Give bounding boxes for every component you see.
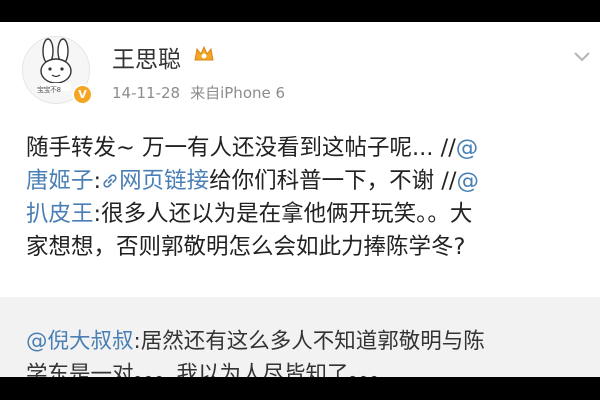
- body-line-4: 家想想，否则郭敬明怎么会如此力捧陈学冬?: [26, 231, 586, 264]
- quoted-text: @倪大叔叔:居然还有这么多人不知道郭敬明与陈 学东是一对。。。我以为人尽皆知了。…: [26, 325, 586, 377]
- quote-text-segment: 学东是一对。。。我以为人尽皆知了。。。: [26, 362, 392, 377]
- avatar-caption: 宝宝不8: [37, 86, 61, 94]
- verified-badge-icon: V: [72, 84, 93, 105]
- mention-link[interactable]: @: [456, 135, 479, 161]
- quote-line-1: @倪大叔叔:居然还有这么多人不知道郭敬明与陈: [26, 325, 586, 358]
- mention-link[interactable]: 扒皮王: [26, 201, 94, 227]
- post-meta: 14-11-28 来自iPhone 6: [112, 82, 285, 103]
- weibo-post-card: 宝宝不8 V 王思聪 14-11-28 来自iPhone 6 随手转发~ 万一有人…: [0, 22, 600, 377]
- body-text-segment: 随手转发~ 万一有人还没看到这帖子呢... //: [26, 135, 456, 161]
- body-text-segment: 家想想，否则郭敬明怎么会如此力捧陈学冬?: [26, 234, 466, 260]
- post-date: 14-11-28: [112, 84, 181, 102]
- quoted-post[interactable]: @倪大叔叔:居然还有这么多人不知道郭敬明与陈 学东是一对。。。我以为人尽皆知了。…: [0, 297, 600, 377]
- body-text-segment: 给你们科普一下，不谢 //: [209, 168, 457, 194]
- colon-text: :: [93, 168, 102, 194]
- username[interactable]: 王思聪: [112, 40, 181, 74]
- body-line-2: 唐姬子: 网页链接给你们科普一下，不谢 //@: [26, 165, 586, 198]
- post-body: 随手转发~ 万一有人还没看到这帖子呢... //@ 唐姬子: 网页链接给你们科普一…: [26, 132, 586, 264]
- body-text-segment: :很多人还以为是在拿他俩开玩笑。。大: [93, 201, 473, 227]
- chevron-down-icon[interactable]: [574, 52, 590, 62]
- vip-crown-icon[interactable]: [193, 44, 215, 64]
- mention-link[interactable]: @倪大叔叔: [26, 329, 134, 354]
- mention-link[interactable]: 唐姬子: [26, 168, 94, 194]
- post-source[interactable]: 来自iPhone 6: [190, 84, 285, 102]
- web-link[interactable]: 网页链接: [119, 168, 209, 194]
- body-line-1: 随手转发~ 万一有人还没看到这帖子呢... //@: [26, 132, 586, 165]
- quote-text-segment: :居然还有这么多人不知道郭敬明与陈: [133, 329, 485, 354]
- quote-line-2: 学东是一对。。。我以为人尽皆知了。。。: [26, 358, 586, 377]
- body-line-3: 扒皮王:很多人还以为是在拿他俩开玩笑。。大: [26, 198, 586, 231]
- post-header: 宝宝不8 V 王思聪 14-11-28 来自iPhone 6: [0, 22, 600, 122]
- mention-link[interactable]: @: [456, 168, 479, 194]
- link-icon: [103, 174, 117, 188]
